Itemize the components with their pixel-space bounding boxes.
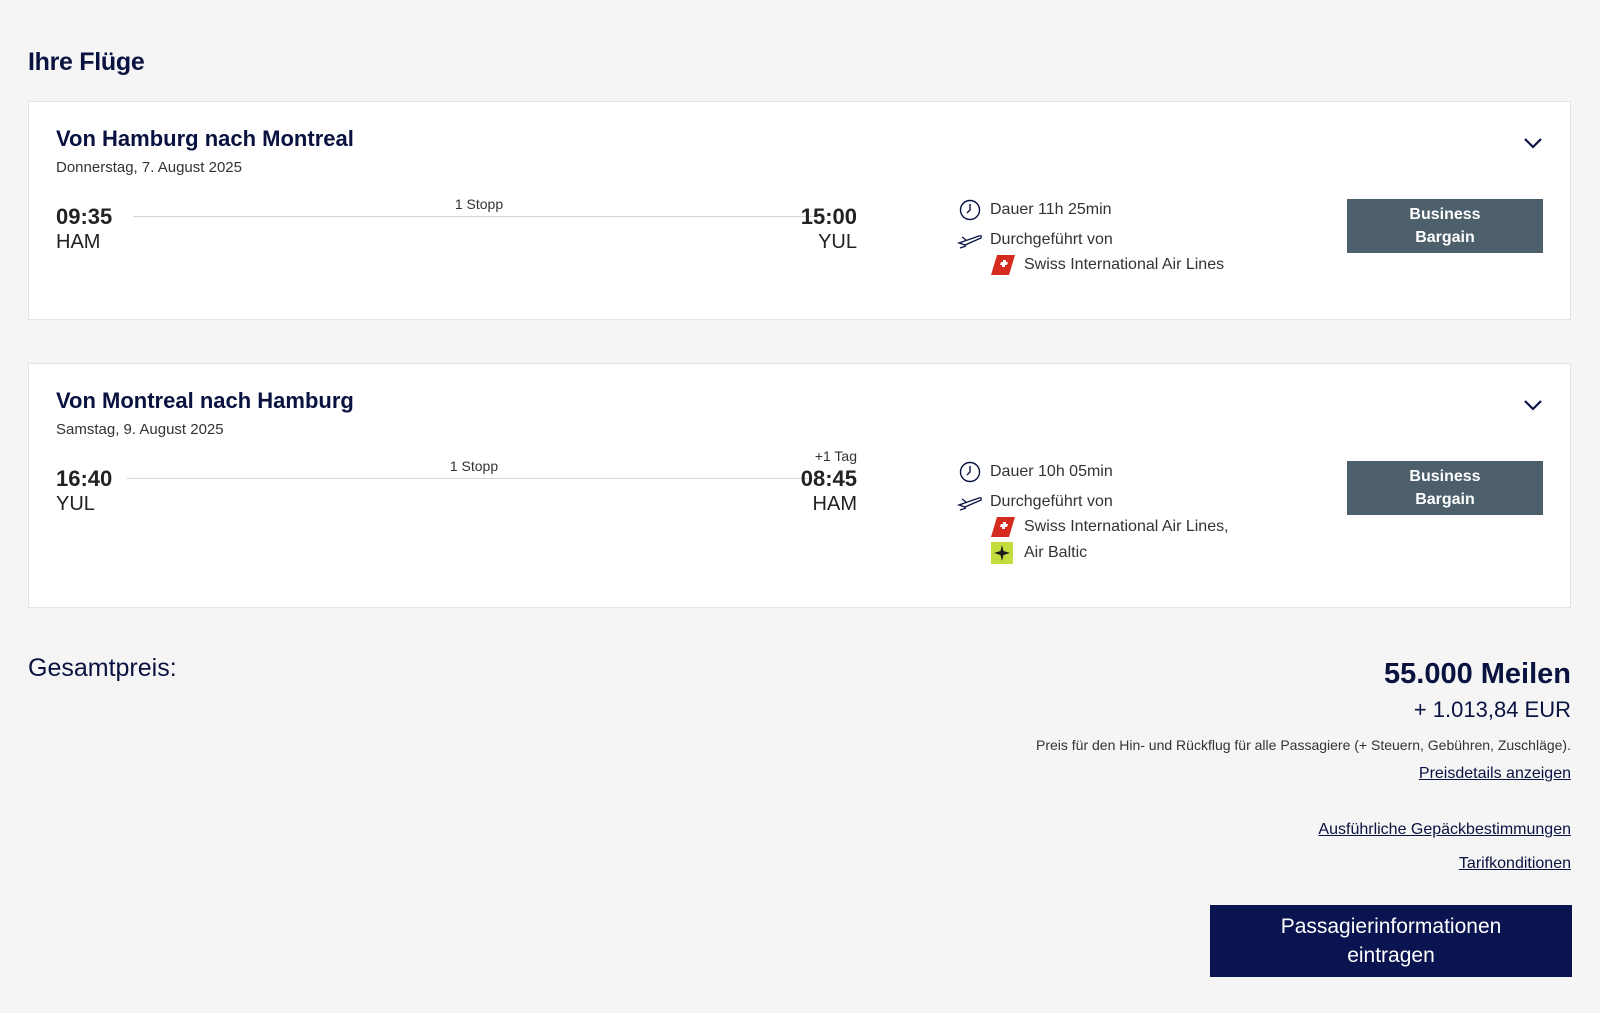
operated-by-label: Durchgeführt von (990, 231, 1113, 248)
route-line (127, 478, 811, 479)
arrival-day-offset: +1 Tag (814, 448, 857, 464)
fare-badge: Business Bargain (1347, 461, 1543, 515)
route-title: Von Hamburg nach Montreal (56, 126, 354, 151)
price-note: Preis für den Hin- und Rückflug für alle… (1035, 737, 1571, 753)
airline-name: Air Baltic (1024, 544, 1088, 561)
duration-text: Dauer 10h 05min (990, 463, 1113, 480)
airline-row: Air Baltic (991, 542, 1087, 564)
chevron-down-icon[interactable] (1522, 394, 1544, 416)
swiss-logo-icon (991, 516, 1015, 538)
clock-icon (957, 199, 983, 221)
airplane-icon (957, 229, 983, 251)
operated-by-label: Durchgeführt von (990, 493, 1113, 510)
page-title: Ihre Flüge (28, 48, 145, 76)
fare-badge: Business Bargain (1347, 199, 1543, 253)
route-line (133, 216, 815, 217)
departure-time: 16:40 (56, 466, 113, 491)
duration-row: Dauer 10h 05min (957, 461, 1113, 483)
route-date: Donnerstag, 7. August 2025 (56, 159, 242, 176)
duration-text: Dauer 11h 25min (990, 201, 1112, 218)
clock-icon (957, 461, 983, 483)
route-date: Samstag, 9. August 2025 (56, 421, 224, 438)
departure-airport-code: YUL (56, 493, 95, 515)
arrival-time: 15:00 (800, 204, 857, 229)
tariff-conditions-link[interactable]: Tarifkonditionen (1459, 855, 1571, 873)
chevron-down-icon[interactable] (1522, 132, 1544, 154)
airbaltic-logo-icon (991, 542, 1015, 564)
stops-label: 1 Stopp (449, 458, 499, 474)
departure-airport-code: HAM (56, 231, 101, 253)
stops-label: 1 Stopp (454, 196, 504, 212)
swiss-logo-icon (991, 254, 1015, 276)
airline-name: Swiss International Air Lines, (1024, 518, 1229, 535)
enter-passenger-info-button[interactable]: Passagierinformationen eintragen (1210, 905, 1572, 977)
operated-by-row: Durchgeführt von (957, 491, 1113, 513)
total-miles: 55.000 Meilen (1384, 658, 1571, 690)
duration-row: Dauer 11h 25min (957, 199, 1112, 221)
flight-card-return: Von Montreal nach Hamburg Samstag, 9. Au… (28, 363, 1571, 608)
flight-card-outbound: Von Hamburg nach Montreal Donnerstag, 7.… (28, 101, 1571, 320)
arrival-airport-code: HAM (812, 493, 857, 515)
arrival-time: 08:45 (800, 466, 857, 491)
baggage-rules-link[interactable]: Ausführliche Gepäckbestimmungen (1318, 821, 1571, 839)
airline-row: Swiss International Air Lines, (991, 516, 1229, 538)
operated-by-row: Durchgeführt von (957, 229, 1113, 251)
total-eur: + 1.013,84 EUR (1413, 697, 1571, 722)
airline-row: Swiss International Air Lines (991, 254, 1224, 276)
total-price-label: Gesamtpreis: (28, 654, 177, 682)
arrival-airport-code: YUL (818, 231, 857, 253)
route-title: Von Montreal nach Hamburg (56, 388, 354, 413)
departure-time: 09:35 (56, 204, 113, 229)
price-details-link[interactable]: Preisdetails anzeigen (1419, 765, 1571, 783)
airplane-icon (957, 491, 983, 513)
airline-name: Swiss International Air Lines (1024, 256, 1225, 273)
